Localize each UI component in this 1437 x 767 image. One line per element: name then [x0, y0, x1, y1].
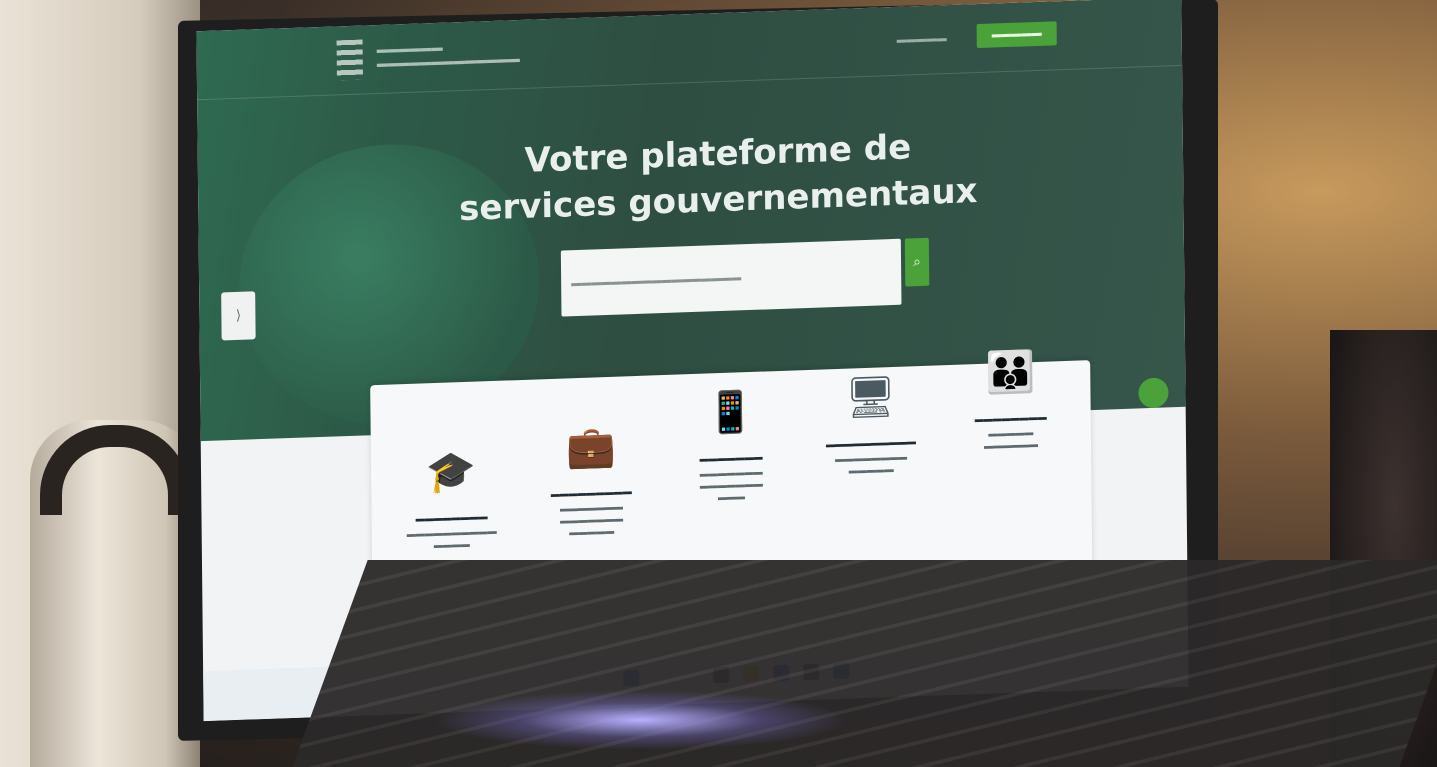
- family-icon: 👪: [985, 349, 1036, 397]
- phone-qr-icon: 📱: [705, 388, 756, 437]
- service-card[interactable]: 👪 ▬▬▬▬▬▬▬▬ ▬▬▬▬▬ ▬▬▬▬▬▬: [940, 340, 1082, 545]
- side-tab[interactable]: ⟩: [221, 291, 256, 341]
- nav-action-button[interactable]: ▬▬▬▬▬: [976, 21, 1057, 49]
- search-button[interactable]: ⌕: [904, 237, 930, 287]
- service-card[interactable]: 🖥 ▬▬▬▬▬▬▬▬▬▬ ▬▬▬▬▬▬▬▬ ▬▬▬▬▬: [800, 365, 942, 570]
- photo-scene: ▬▬▬▬▬▬ ▬▬▬▬▬▬▬▬▬▬▬▬▬ ▬▬▬▬▬ ▬▬▬▬▬ Votre pl…: [0, 0, 1437, 767]
- briefcase-icon: 💼: [565, 423, 617, 472]
- service-card[interactable]: 📱 ▬▬▬▬▬▬▬ ▬▬▬▬▬▬▬ ▬▬▬▬▬▬▬ ▬▬▬: [660, 380, 802, 585]
- logo-icon[interactable]: [336, 39, 363, 81]
- card-description: ▬▬▬▬▬▬▬ ▬▬▬▬▬▬▬ ▬▬▬: [699, 466, 763, 503]
- graduation-cap-icon: 🎓: [425, 448, 477, 497]
- top-navigation: ▬▬▬▬▬▬ ▬▬▬▬▬▬▬▬▬▬▬▬▬ ▬▬▬▬▬ ▬▬▬▬▬: [196, 0, 1183, 101]
- card-description: ▬▬▬▬▬▬▬▬▬▬ ▬▬▬▬: [406, 525, 497, 551]
- search-placeholder: ▬▬▬▬▬▬▬▬▬▬▬▬▬▬▬▬▬: [571, 272, 742, 290]
- card-description: ▬▬▬▬▬▬▬ ▬▬▬▬▬▬▬ ▬▬▬▬▬: [559, 501, 624, 538]
- search-icon: ⌕: [913, 254, 922, 271]
- search-input[interactable]: ▬▬▬▬▬▬▬▬▬▬▬▬▬▬▬▬▬: [560, 238, 902, 317]
- card-description: ▬▬▬▬▬ ▬▬▬▬▬▬: [983, 427, 1039, 451]
- keyboard-backlight: [430, 690, 850, 750]
- monitor-icon: 🖥: [844, 373, 897, 422]
- brand-name: ▬▬▬▬▬▬ ▬▬▬▬▬▬▬▬▬▬▬▬▬: [376, 41, 520, 71]
- card-title: ▬▬▬▬▬▬▬▬: [415, 511, 488, 524]
- hero-title: Votre plateforme de services gouvernemen…: [458, 127, 978, 230]
- card-title: ▬▬▬▬▬▬▬▬▬▬: [825, 436, 916, 450]
- nav-link[interactable]: ▬▬▬▬▬: [897, 33, 947, 46]
- card-title: ▬▬▬▬▬▬▬: [699, 451, 763, 464]
- card-title: ▬▬▬▬▬▬▬▬: [974, 411, 1047, 425]
- card-description: ▬▬▬▬▬▬▬▬ ▬▬▬▬▬: [835, 451, 908, 476]
- card-title: ▬▬▬▬▬▬▬▬▬: [550, 486, 632, 499]
